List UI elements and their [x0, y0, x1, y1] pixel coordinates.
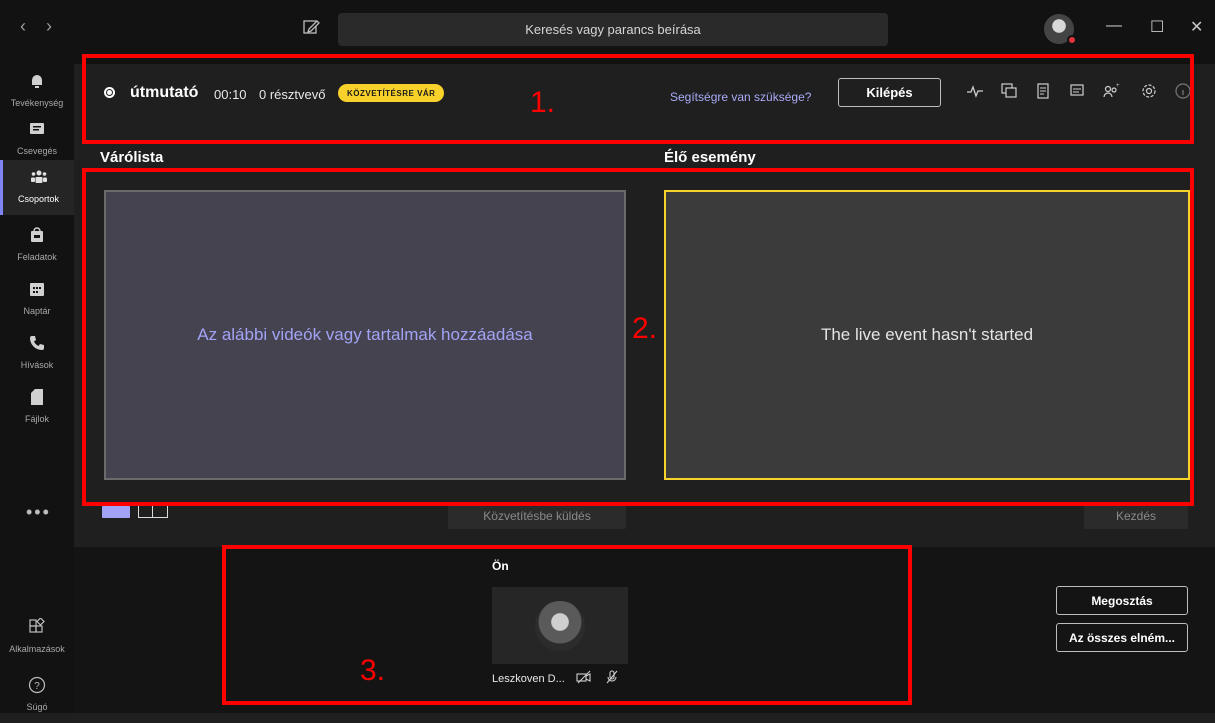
status-badge: KÖZVETÍTÉSRE VÁR: [338, 84, 445, 102]
more-apps-icon[interactable]: •••: [26, 502, 51, 523]
bell-icon: [32, 75, 42, 88]
live-event-pane: The live event hasn't started: [664, 190, 1190, 480]
layout-single-icon[interactable]: [102, 506, 130, 518]
avatar: [535, 600, 585, 651]
participant-count: 0 résztvevő: [259, 87, 326, 102]
chat-icon: [30, 123, 44, 134]
event-timer: 00:10: [214, 87, 247, 102]
notes-icon[interactable]: [1034, 82, 1052, 100]
mic-off-icon[interactable]: [604, 669, 620, 685]
rail-label: Csoportok: [17, 194, 60, 204]
main-area: útmutató 00:10 0 résztvevő KÖZVETÍTÉSRE …: [74, 64, 1215, 713]
close-button[interactable]: ✕: [1190, 17, 1203, 37]
self-name: Leszkoven D...: [492, 673, 565, 685]
rail-item-teams[interactable]: Csoportok: [0, 160, 74, 215]
annotation-number-3: 3.: [360, 654, 386, 687]
live-heading: Élő esemény: [664, 149, 756, 166]
assignments-icon: [31, 227, 43, 242]
svg-text:+: +: [1116, 83, 1120, 89]
start-button[interactable]: Kezdés: [1084, 502, 1188, 529]
presenters-bar: Ön Leszkoven D... Megosztás Az összes el…: [74, 547, 1215, 713]
rail-label: Feladatok: [17, 252, 57, 262]
rail-item-chat[interactable]: Csevegés: [0, 112, 74, 167]
rail-item-activity[interactable]: Tevékenység: [0, 64, 74, 119]
annotation-number-2: 2.: [632, 312, 658, 345]
share-button[interactable]: Megosztás: [1056, 586, 1188, 615]
file-icon: [31, 389, 43, 405]
qna-icon[interactable]: [1000, 82, 1018, 100]
teams-icon: [30, 170, 47, 183]
event-title: útmutató: [130, 84, 199, 101]
settings-icon[interactable]: [1140, 82, 1158, 100]
phone-icon: [30, 336, 44, 350]
calendar-icon: [30, 283, 44, 296]
event-header: útmutató 00:10 0 résztvevő KÖZVETÍTÉSRE …: [74, 64, 1215, 144]
queue-heading: Várólista: [100, 149, 164, 166]
apps-icon: [29, 618, 45, 633]
rail-item-assignments[interactable]: Feladatok: [0, 218, 74, 273]
help-icon: ?: [28, 676, 46, 694]
send-live-button[interactable]: Közvetítésbe küldés: [448, 502, 626, 529]
presence-busy-icon: [1067, 35, 1077, 45]
minimize-button[interactable]: —: [1106, 17, 1122, 35]
health-icon[interactable]: [966, 82, 984, 100]
search-input[interactable]: Keresés vagy parancs beírása: [338, 13, 888, 46]
event-indicator-icon: [104, 87, 115, 98]
rail-label: Fájlok: [24, 414, 49, 424]
layout-split-icon[interactable]: [138, 506, 168, 518]
exit-button[interactable]: Kilépés: [838, 78, 941, 107]
rail-label: Tevékenység: [10, 98, 64, 108]
camera-off-icon[interactable]: [576, 669, 592, 685]
queue-placeholder: Az alábbi videók vagy tartalmak hozzáadá…: [197, 325, 533, 344]
info-icon[interactable]: [1174, 82, 1192, 100]
app-rail: Tevékenység Csevegés Csoportok Feladatok…: [0, 64, 74, 713]
annotation-number-1: 1.: [530, 86, 556, 119]
rail-label: Súgó: [26, 702, 48, 712]
compose-icon[interactable]: [300, 16, 322, 38]
help-link[interactable]: Segítségre van szüksége?: [670, 90, 811, 104]
rail-label: Alkalmazások: [9, 644, 65, 654]
forward-arrow-icon[interactable]: ›: [46, 16, 52, 37]
rail-label: Hívások: [20, 360, 54, 370]
rail-item-calls[interactable]: Hívások: [0, 326, 74, 381]
maximize-button[interactable]: ☐: [1150, 17, 1164, 37]
rail-item-help[interactable]: ? Súgó: [0, 668, 74, 723]
title-bar: ‹ › Keresés vagy parancs beírása — ☐ ✕: [0, 0, 1215, 64]
queue-pane[interactable]: Az alábbi videók vagy tartalmak hozzáadá…: [104, 190, 626, 480]
rail-item-calendar[interactable]: Naptár: [0, 272, 74, 327]
self-label: Ön: [492, 559, 509, 573]
rail-item-files[interactable]: Fájlok: [0, 380, 74, 435]
rail-item-apps[interactable]: Alkalmazások: [0, 610, 74, 665]
rail-label: Naptár: [23, 306, 51, 316]
rail-label: Csevegés: [16, 146, 58, 156]
self-video-tile[interactable]: [492, 587, 628, 664]
svg-text:?: ?: [34, 681, 40, 692]
people-icon[interactable]: +: [1102, 82, 1120, 100]
live-status-text: The live event hasn't started: [820, 325, 1034, 344]
back-arrow-icon[interactable]: ‹: [20, 16, 26, 37]
mute-all-button[interactable]: Az összes elném...: [1056, 623, 1188, 652]
chat-icon[interactable]: [1068, 82, 1086, 100]
